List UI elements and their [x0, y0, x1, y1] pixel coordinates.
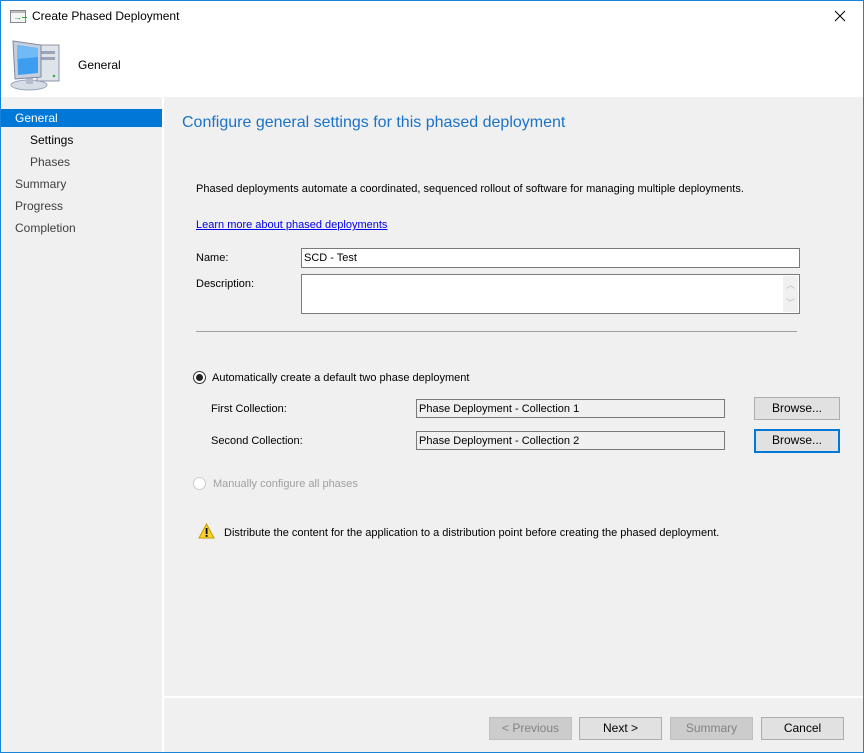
- nav-item-progress[interactable]: Progress: [1, 197, 162, 215]
- learn-more-link[interactable]: Learn more about phased deployments: [196, 219, 387, 231]
- first-collection-label: First Collection:: [211, 403, 287, 415]
- page-title: Configure general settings for this phas…: [182, 114, 566, 131]
- manual-configure-label[interactable]: Manually configure all phases: [213, 478, 358, 490]
- scroll-up-icon[interactable]: ︿: [786, 278, 795, 291]
- second-collection-label: Second Collection:: [211, 435, 303, 447]
- name-label: Name:: [196, 252, 229, 264]
- description-scrollbar[interactable]: ︿ ﹀: [783, 276, 798, 312]
- description-label: Description:: [196, 278, 255, 290]
- auto-deployment-label[interactable]: Automatically create a default two phase…: [212, 372, 469, 384]
- first-collection-value: Phase Deployment - Collection 1: [419, 403, 580, 415]
- auto-deployment-radio[interactable]: [193, 371, 206, 384]
- second-collection-value: Phase Deployment - Collection 2: [419, 435, 580, 447]
- close-button[interactable]: [817, 1, 863, 31]
- wizard-footer: < Previous Next > Summary Cancel: [164, 698, 863, 752]
- nav-item-completion[interactable]: Completion: [1, 219, 162, 237]
- first-collection-field: Phase Deployment - Collection 1: [416, 399, 725, 418]
- nav-item-settings[interactable]: Settings: [1, 131, 162, 149]
- browse-first-collection-button[interactable]: Browse...: [754, 397, 840, 420]
- content-panel: Configure general settings for this phas…: [164, 97, 863, 696]
- section-divider: [196, 331, 797, 332]
- name-value: SCD - Test: [304, 252, 357, 264]
- wizard-header: General: [1, 32, 863, 97]
- wizard-window: →‒ Create Phased Deployment General Gene…: [0, 0, 864, 753]
- window-title: Create Phased Deployment: [32, 9, 180, 23]
- cancel-button[interactable]: Cancel: [761, 717, 844, 740]
- browse-second-collection-button[interactable]: Browse...: [754, 429, 840, 453]
- manual-configure-radio[interactable]: [193, 477, 206, 490]
- description-input[interactable]: ︿ ﹀: [301, 274, 800, 314]
- title-bar: →‒ Create Phased Deployment: [1, 1, 863, 32]
- header-title: General: [78, 58, 121, 72]
- warning-text: Distribute the content for the applicati…: [224, 527, 720, 539]
- summary-button[interactable]: Summary: [670, 717, 753, 740]
- scroll-down-icon[interactable]: ﹀: [786, 296, 795, 309]
- warning-icon: [198, 523, 215, 539]
- second-collection-field: Phase Deployment - Collection 2: [416, 431, 725, 450]
- nav-item-general[interactable]: General: [1, 109, 162, 127]
- close-icon: [834, 10, 846, 22]
- nav-item-phases[interactable]: Phases: [1, 153, 162, 171]
- intro-text: Phased deployments automate a coordinate…: [196, 183, 744, 195]
- nav-item-summary[interactable]: Summary: [1, 175, 162, 193]
- next-button[interactable]: Next >: [579, 717, 662, 740]
- wizard-window-icon: →‒: [10, 10, 27, 23]
- name-input[interactable]: SCD - Test: [301, 248, 800, 268]
- computer-icon: [10, 40, 60, 91]
- wizard-nav: General Settings Phases Summary Progress…: [1, 97, 162, 752]
- previous-button[interactable]: < Previous: [489, 717, 572, 740]
